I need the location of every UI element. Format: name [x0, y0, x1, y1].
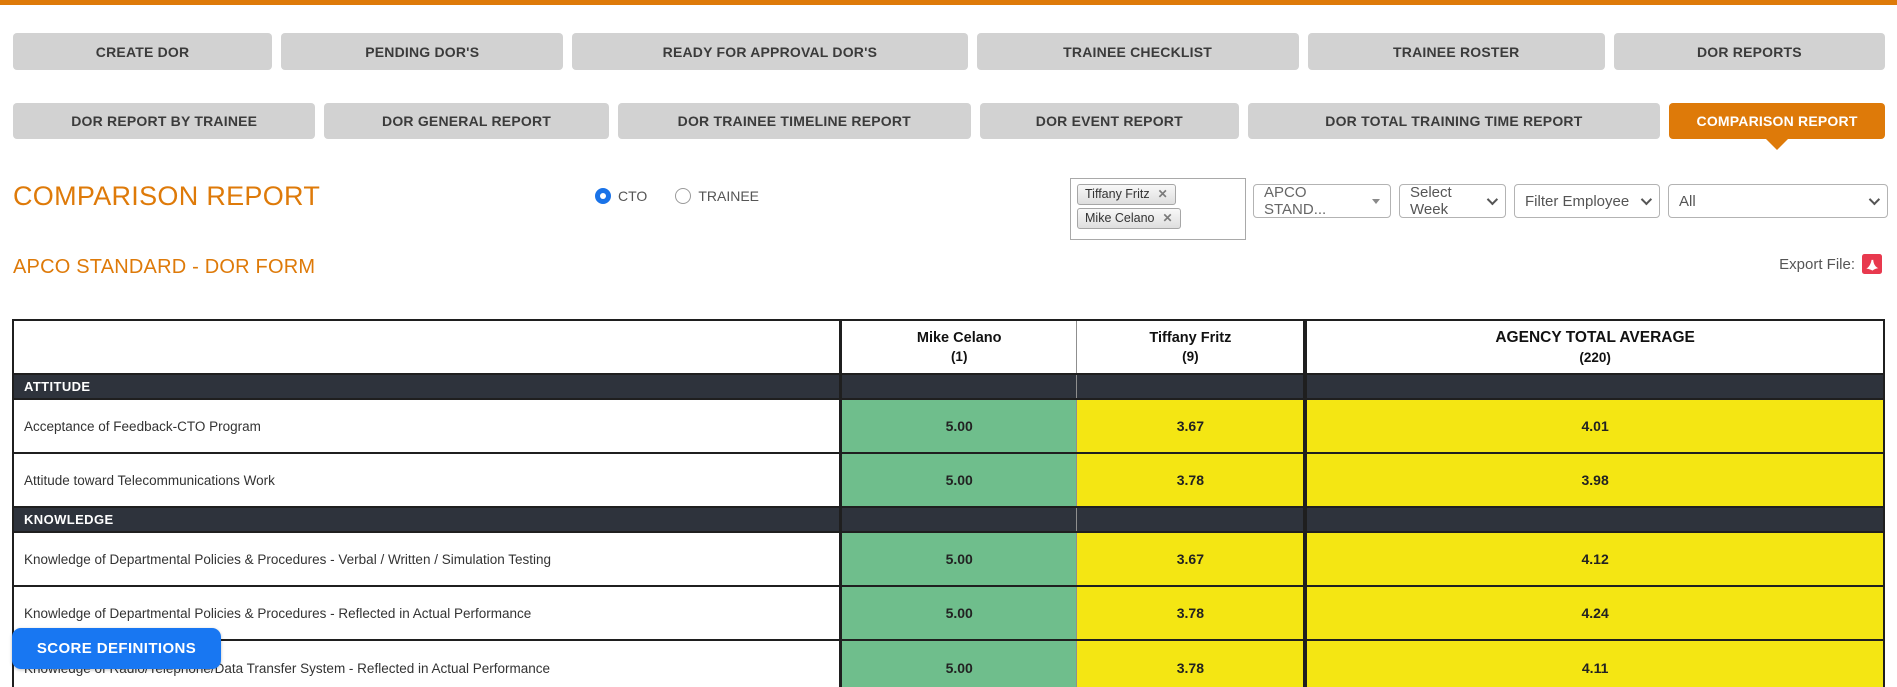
nav-button-dor-event-report[interactable]: DOR EVENT REPORT — [979, 103, 1239, 139]
dropdown-week-select[interactable]: Select Week — [1399, 184, 1506, 218]
chevron-down-icon — [1640, 193, 1653, 206]
score-cell-tiffany-fritz: 3.78 — [1077, 641, 1308, 687]
nav-button-dor-general-report[interactable]: DOR GENERAL REPORT — [324, 103, 609, 139]
view-mode-radio-group: CTO TRAINEE — [595, 188, 759, 204]
section-filler-cell — [1307, 375, 1883, 398]
score-cell-mike-celano: 5.00 — [841, 454, 1078, 506]
header-cell-tiffany-fritz: Tiffany Fritz (9) — [1077, 321, 1308, 373]
section-row-attitude: ATTITUDE — [14, 375, 1883, 400]
section-filler-cell — [1307, 508, 1883, 531]
form-title: APCO STANDARD - DOR FORM — [13, 256, 316, 278]
column-name: Tiffany Fritz — [1149, 330, 1232, 346]
column-name: Mike Celano — [916, 330, 1002, 346]
header-cell-category — [14, 321, 842, 373]
column-name: AGENCY TOTAL AVERAGE — [1495, 329, 1695, 346]
tag-remove-icon[interactable]: ✕ — [1158, 188, 1168, 200]
nav-button-pending-dor-s[interactable]: PENDING DOR'S — [281, 33, 564, 70]
selected-tag-mike-celano: Mike Celano ✕ — [1077, 208, 1181, 229]
score-cell-tiffany-fritz: 3.78 — [1077, 587, 1308, 639]
tag-label: Tiffany Fritz — [1085, 187, 1150, 201]
active-tab-pointer-icon — [1765, 138, 1790, 150]
nav-button-trainee-checklist[interactable]: TRAINEE CHECKLIST — [976, 33, 1299, 70]
nav-button-dor-report-by-trainee[interactable]: DOR REPORT BY TRAINEE — [13, 103, 316, 139]
table-row: Acceptance of Feedback-CTO Program 5.00 3.… — [14, 400, 1883, 454]
nav-button-create-dor[interactable]: CREATE DOR — [13, 33, 273, 70]
dropdown-value: Select Week — [1410, 184, 1452, 218]
chevron-down-icon — [1868, 193, 1881, 206]
score-cell-mike-celano: 5.00 — [841, 533, 1078, 585]
section-filler-cell — [842, 375, 1078, 398]
score-cell-tiffany-fritz: 3.67 — [1077, 400, 1308, 452]
comparison-table: Mike Celano (1) Tiffany Fritz (9) AGENCY TOT… — [12, 319, 1885, 687]
dropdown-scope-select[interactable]: All — [1668, 184, 1888, 218]
criterion-label-cell: Attitude toward Telecommunications Work — [14, 454, 842, 506]
filter-controls: APCO STAND... Select Week Filter Employee A… — [1253, 184, 1888, 218]
nav-button-dor-reports[interactable]: DOR REPORTS — [1613, 33, 1885, 70]
radio-unselected-icon[interactable] — [675, 188, 692, 204]
score-definitions-button[interactable]: SCORE DEFINITIONS — [12, 628, 221, 669]
table-header-row: Mike Celano (1) Tiffany Fritz (9) AGENCY TOT… — [14, 321, 1883, 375]
nav-button-trainee-roster[interactable]: TRAINEE ROSTER — [1307, 33, 1605, 70]
header-cell-agency-total-average: AGENCY TOTAL AVERAGE (220) — [1307, 321, 1883, 373]
reports-nav: DOR REPORT BY TRAINEE DOR GENERAL REPORT D… — [13, 103, 1886, 150]
radio-selected-icon[interactable] — [595, 188, 611, 204]
radio-option-cto[interactable]: CTO — [595, 188, 647, 204]
score-cell-agency-total-average: 4.12 — [1307, 533, 1883, 585]
table-row: Knowledge of Departmental Policies & Pro… — [14, 587, 1883, 641]
section-filler-cell — [842, 508, 1078, 531]
score-cell-tiffany-fritz: 3.78 — [1077, 454, 1308, 506]
tag-remove-icon[interactable]: ✕ — [1162, 212, 1172, 224]
score-cell-agency-total-average: 4.01 — [1307, 400, 1883, 452]
primary-nav: CREATE DOR PENDING DOR'S READY FOR APPROVA… — [13, 33, 1885, 70]
selected-tag-tiffany-fritz: Tiffany Fritz ✕ — [1077, 184, 1176, 205]
radio-label: TRAINEE — [698, 188, 759, 204]
dropdown-value: APCO STAND... — [1264, 184, 1327, 218]
dropdown-value: Filter Employee — [1525, 192, 1630, 210]
score-cell-mike-celano: 5.00 — [841, 641, 1078, 687]
criterion-label-cell: Knowledge of Departmental Policies & Pro… — [14, 533, 842, 585]
score-cell-agency-total-average: 3.98 — [1307, 454, 1883, 506]
page-title: COMPARISON REPORT — [13, 181, 321, 211]
section-title: KNOWLEDGE — [14, 508, 842, 531]
column-count: (1) — [950, 349, 968, 364]
score-cell-agency-total-average: 4.11 — [1307, 641, 1883, 687]
section-filler-cell — [1077, 508, 1308, 531]
pdf-export-icon[interactable] — [1862, 254, 1882, 274]
header-cell-mike-celano: Mike Celano (1) — [842, 321, 1078, 373]
nav-button-dor-trainee-timeline-report[interactable]: DOR TRAINEE TIMELINE REPORT — [617, 103, 971, 139]
section-filler-cell — [1077, 375, 1308, 398]
table-row: Knowledge of Radio/Telephone/Data Transf… — [14, 641, 1883, 687]
selected-trainees-multiselect[interactable]: Tiffany Fritz ✕ Mike Celano ✕ — [1070, 178, 1246, 240]
dropdown-form-select[interactable]: APCO STAND... — [1253, 184, 1391, 218]
tag-label: Mike Celano — [1085, 211, 1155, 225]
dropdown-employee-filter[interactable]: Filter Employee — [1514, 184, 1660, 218]
table-row: Attitude toward Telecommunications Work 5… — [14, 454, 1883, 508]
score-cell-agency-total-average: 4.24 — [1307, 587, 1883, 639]
chevron-down-icon — [1372, 198, 1380, 204]
nav-button-ready-for-approval-dor-s[interactable]: READY FOR APPROVAL DOR'S — [572, 33, 968, 70]
section-row-knowledge: KNOWLEDGE — [14, 508, 1883, 533]
score-cell-mike-celano: 5.00 — [841, 587, 1078, 639]
section-title: ATTITUDE — [14, 375, 842, 398]
dropdown-value: All — [1679, 192, 1696, 210]
top-accent-bar — [0, 0, 1897, 5]
table-row: Knowledge of Departmental Policies & Pro… — [14, 533, 1883, 587]
radio-label: CTO — [618, 188, 648, 204]
export-file-label: Export File: — [1779, 255, 1855, 273]
radio-option-trainee[interactable]: TRAINEE — [675, 188, 759, 204]
score-cell-tiffany-fritz: 3.67 — [1077, 533, 1308, 585]
export-file-control: Export File: — [1779, 254, 1882, 274]
score-cell-mike-celano: 5.00 — [841, 400, 1078, 452]
chevron-down-icon — [1486, 193, 1499, 206]
nav-button-dor-total-training-time-report[interactable]: DOR TOTAL TRAINING TIME REPORT — [1247, 103, 1661, 139]
criterion-label-cell: Acceptance of Feedback-CTO Program — [14, 400, 842, 452]
nav-button-comparison-report[interactable]: COMPARISON REPORT — [1669, 103, 1886, 150]
column-count: (9) — [1182, 349, 1199, 364]
column-count: (220) — [1579, 350, 1611, 365]
